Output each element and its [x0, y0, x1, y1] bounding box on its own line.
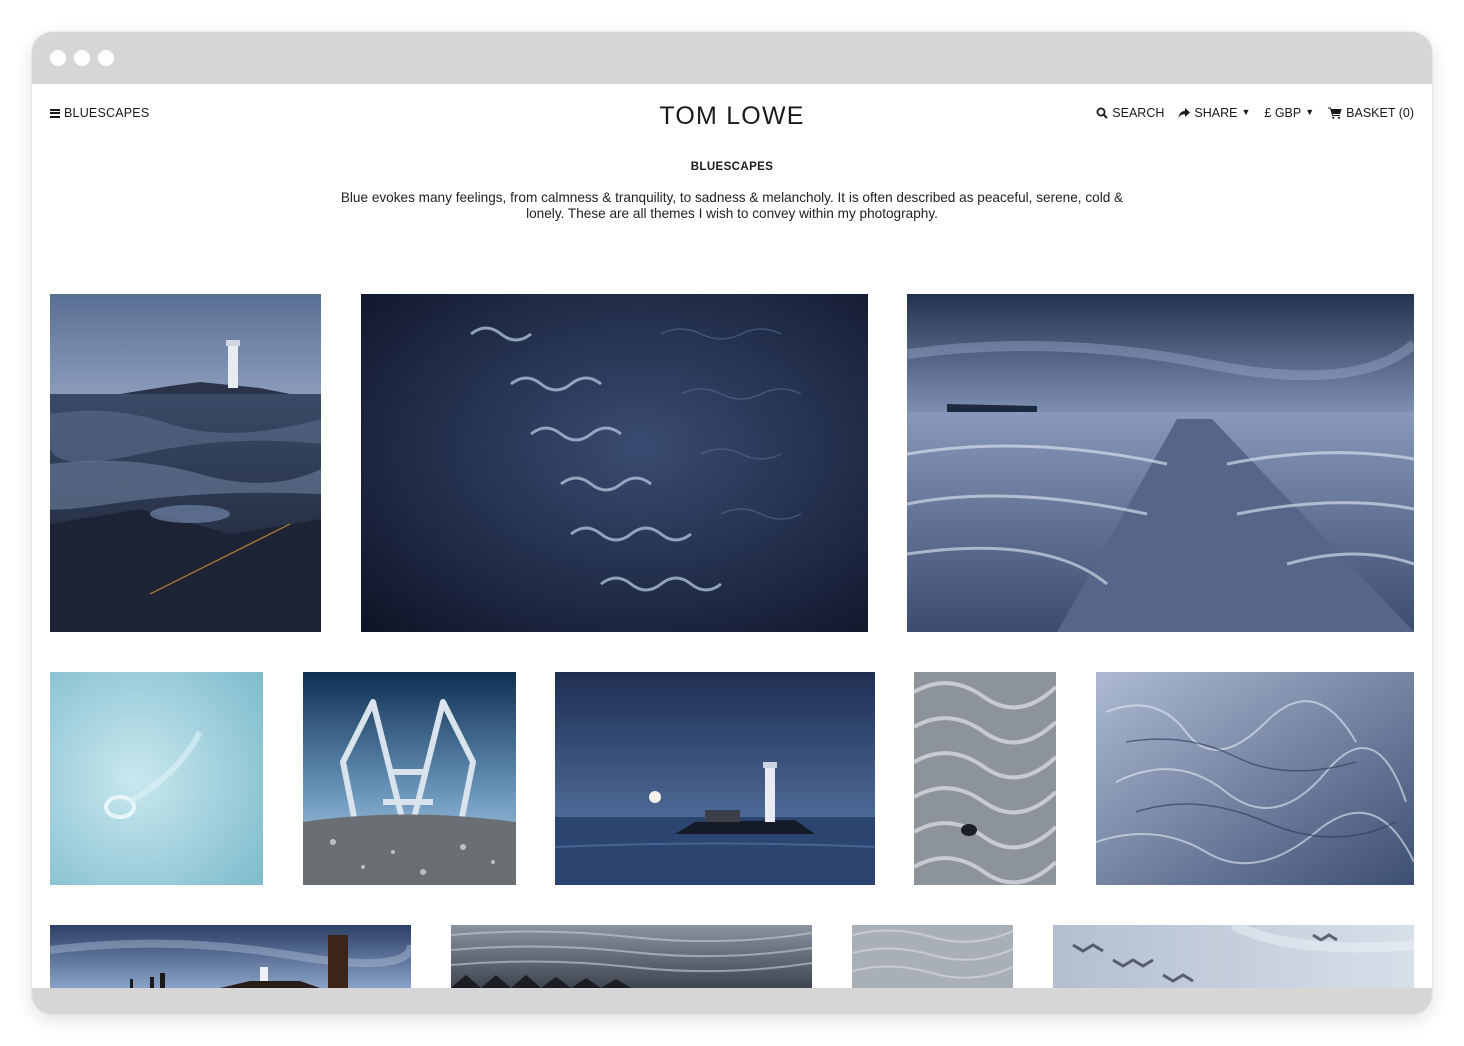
photo-lighthouse-on-rocks[interactable] [50, 294, 321, 632]
gallery-heading: BLUESCAPES [690, 161, 774, 173]
cart-icon [1328, 107, 1342, 119]
photo-grey-sand-ridges[interactable] [451, 925, 812, 988]
photo-lighthouse-with-moon[interactable] [555, 672, 875, 885]
chevron-down-icon: ▼ [1305, 107, 1315, 117]
chevron-down-icon: ▼ [1241, 107, 1251, 117]
search-button[interactable]: SEARCH [1096, 106, 1164, 120]
basket-button[interactable]: BASKET (0) [1328, 106, 1414, 120]
photo-pier-in-waves[interactable] [907, 294, 1414, 632]
window-titlebar [32, 32, 1432, 84]
photo-sand-ripples-stone[interactable] [914, 672, 1056, 885]
photo-sand-patterns[interactable] [1053, 925, 1414, 988]
basket-label: BASKET (0) [1346, 106, 1414, 120]
search-icon [1096, 107, 1109, 119]
window-close-dot[interactable] [50, 50, 66, 66]
photo-pool-ladder[interactable] [303, 672, 516, 885]
currency-label: £ GBP [1264, 106, 1302, 120]
page-content: BLUESCAPES TOM LOWE SEARCH SHARE ▼ £ GBP [32, 84, 1432, 988]
share-label: SHARE [1194, 106, 1238, 120]
window-minimize-dot[interactable] [74, 50, 90, 66]
photo-fine-sand[interactable] [852, 925, 1013, 988]
photo-pale-blue-ice[interactable] [50, 672, 263, 885]
window-bottom-bar [32, 988, 1432, 1014]
search-label: SEARCH [1112, 106, 1165, 120]
photo-lighthouse-with-posts[interactable] [50, 925, 411, 988]
window-maximize-dot[interactable] [98, 50, 114, 66]
currency-select[interactable]: £ GBP ▼ [1264, 106, 1314, 120]
browser-window: BLUESCAPES TOM LOWE SEARCH SHARE ▼ £ GBP [32, 32, 1432, 1014]
share-button[interactable]: SHARE ▼ [1178, 106, 1250, 120]
photo-frosted-texture[interactable] [1096, 672, 1414, 885]
header-actions: SEARCH SHARE ▼ £ GBP ▼ BASKET (0) [1096, 106, 1414, 120]
gallery-description: Blue evokes many feelings, from calmness… [340, 190, 1124, 221]
photo-dark-sand-ripples[interactable] [361, 294, 868, 632]
share-icon [1178, 107, 1191, 118]
